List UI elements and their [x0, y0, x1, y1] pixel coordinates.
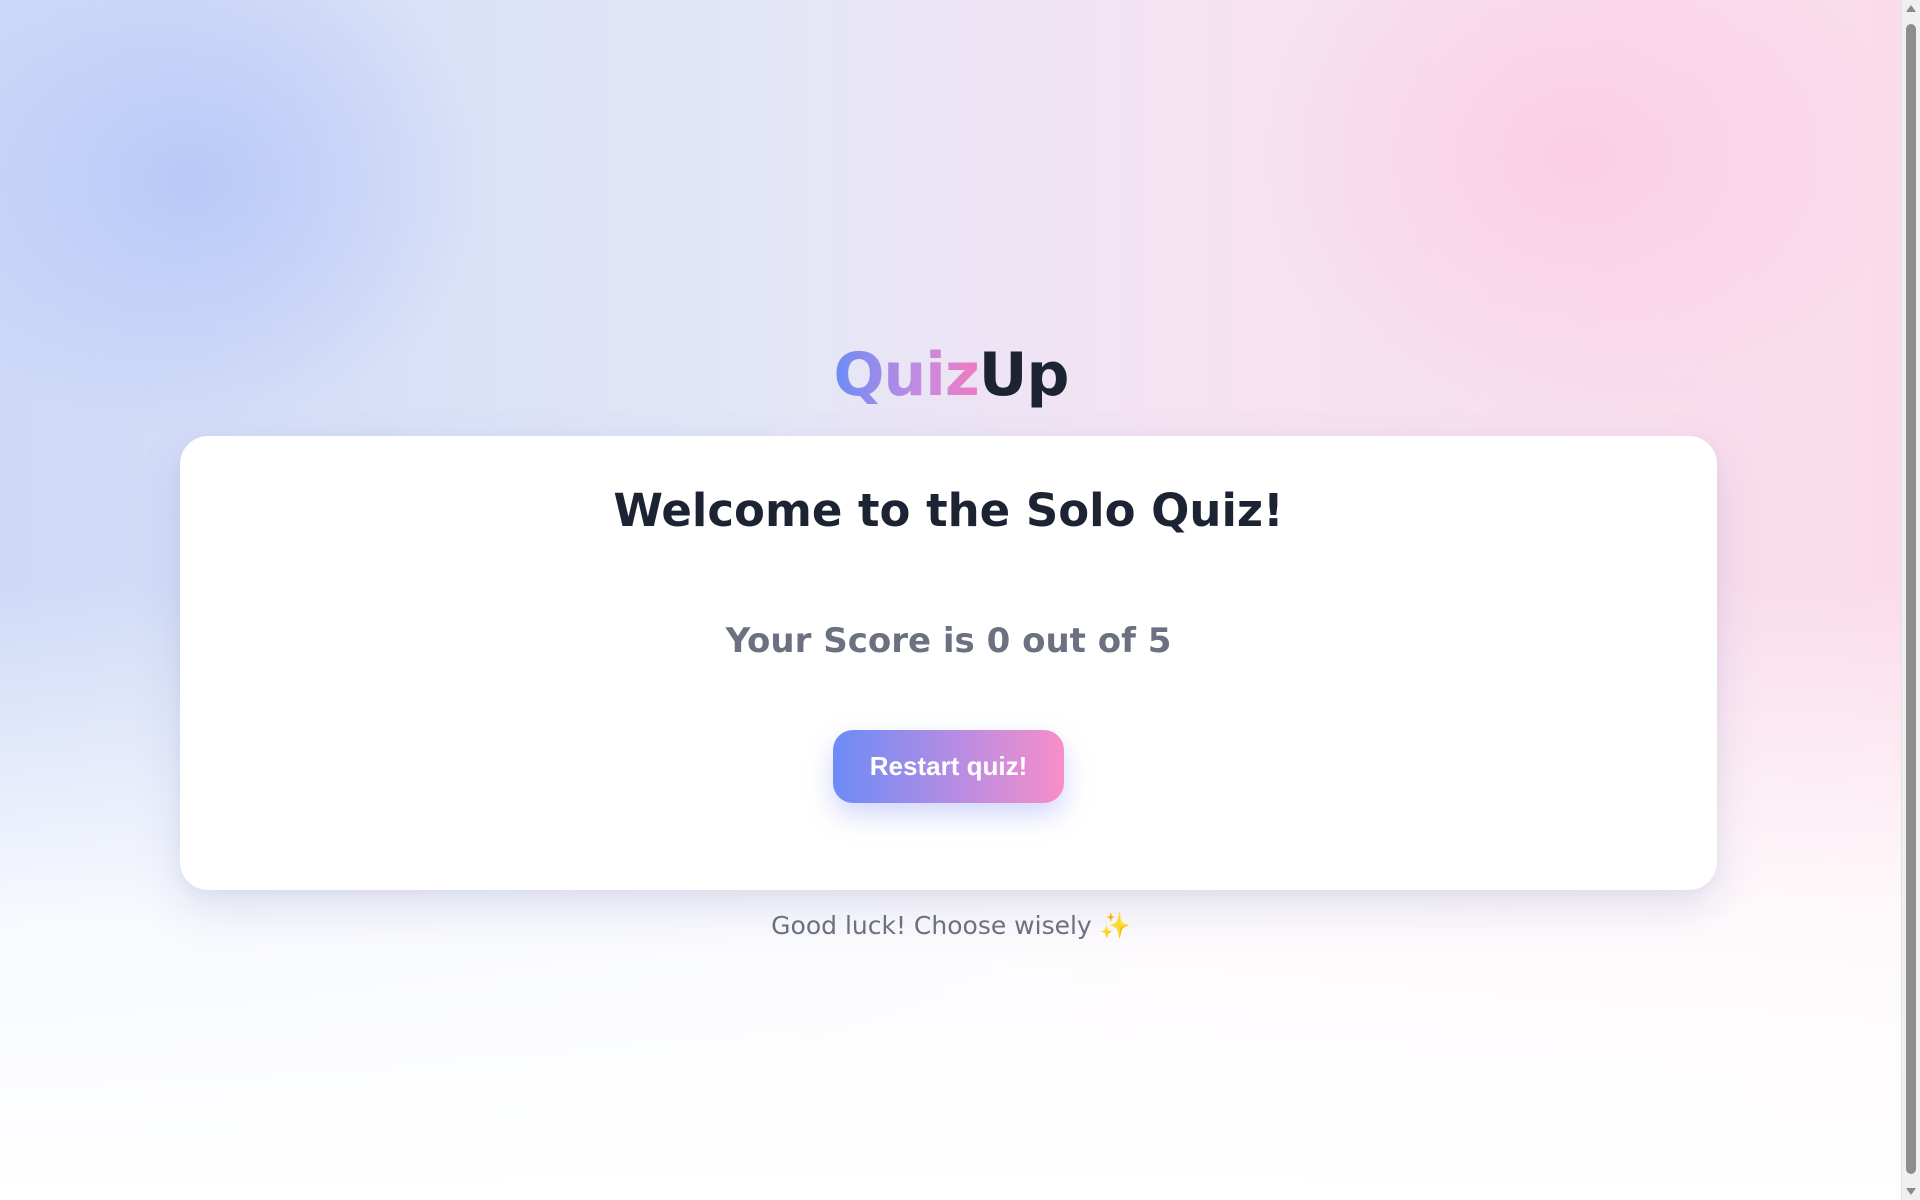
footer-note-text: Good luck! Choose wisely: [771, 911, 1092, 940]
scroll-up-arrow-icon[interactable]: [1906, 5, 1916, 12]
restart-quiz-button[interactable]: Restart quiz!: [833, 730, 1064, 803]
sparkles-icon: ✨: [1099, 911, 1131, 940]
quiz-card: Welcome to the Solo Quiz! Your Score is …: [180, 436, 1717, 890]
score-text: Your Score is 0 out of 5: [725, 621, 1172, 661]
app-logo: QuizUp: [0, 335, 1902, 415]
quiz-title: Welcome to the Solo Quiz!: [613, 484, 1284, 537]
page-background: QuizUp Welcome to the Solo Quiz! Your Sc…: [0, 0, 1902, 1200]
vertical-scrollbar[interactable]: [1901, 0, 1920, 1200]
footer-note: Good luck! Choose wisely ✨: [0, 906, 1902, 946]
logo-part-quiz: Quiz: [833, 340, 980, 410]
scroll-down-arrow-icon[interactable]: [1906, 1188, 1916, 1195]
scrollbar-thumb[interactable]: [1906, 24, 1916, 1174]
logo-part-up: Up: [978, 340, 1070, 410]
